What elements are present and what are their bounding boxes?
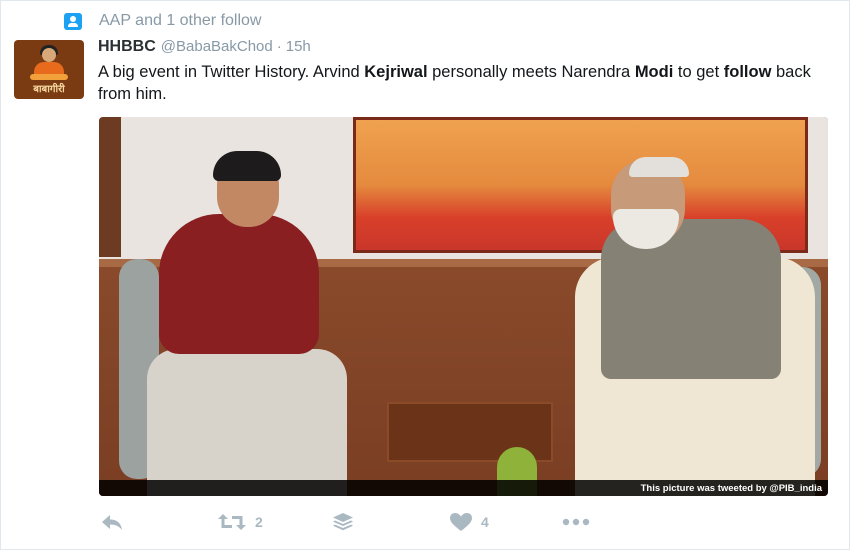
tweet-text: A big event in Twitter History. Arvind K…: [98, 62, 833, 105]
tweet-photo[interactable]: This picture was tweeted by @PIB_india: [99, 117, 828, 496]
layers-icon: [332, 512, 354, 532]
tweet-header: HHBBC @BabaBakChod · 15h: [98, 38, 311, 58]
like-button[interactable]: 4: [449, 509, 489, 535]
tweet-actions: 2 4: [100, 509, 800, 535]
avatar-text: बाबागीरी: [33, 84, 65, 95]
photo-person-left-hair: [213, 151, 281, 181]
user-handle[interactable]: @BabaBakChod: [161, 38, 273, 55]
photo-person-right-hair: [629, 157, 689, 177]
buffer-button[interactable]: [332, 509, 354, 535]
photo-person-left-body: [159, 214, 319, 354]
avatar-figure-base: [30, 74, 68, 80]
photo-pillar: [99, 117, 121, 257]
avatar-figure-head: [42, 48, 56, 62]
more-button[interactable]: [561, 509, 591, 535]
reply-button[interactable]: [100, 509, 124, 535]
social-context: AAP and 1 other follow: [64, 11, 261, 31]
person-follow-icon: [64, 12, 82, 30]
tweet-text-segment: A big event in Twitter History. Arvind: [98, 63, 365, 81]
avatar[interactable]: बाबागीरी: [14, 40, 84, 99]
tweet-text-segment: personally meets Narendra: [427, 63, 635, 81]
display-name[interactable]: HHBBC: [98, 38, 156, 56]
photo-caption: This picture was tweeted by @PIB_india: [640, 483, 822, 494]
tweet-text-bold-segment: Modi: [634, 63, 674, 81]
tweet-text-segment: to get: [673, 63, 724, 81]
tweet-text-bold-segment: follow: [723, 63, 772, 81]
photo-person-left-legs: [147, 349, 347, 496]
retweet-icon: [217, 512, 247, 532]
reply-icon: [100, 512, 124, 532]
header-separator: ·: [276, 38, 282, 55]
more-icon: [561, 512, 591, 532]
tweet-text-bold-segment: Kejriwal: [364, 63, 428, 81]
social-context-text[interactable]: AAP and 1 other follow: [99, 12, 261, 30]
retweet-count: 2: [255, 514, 263, 530]
like-count: 4: [481, 514, 489, 530]
retweet-button[interactable]: 2: [217, 509, 263, 535]
heart-icon: [449, 512, 473, 532]
tweet-timestamp[interactable]: 15h: [286, 38, 311, 55]
